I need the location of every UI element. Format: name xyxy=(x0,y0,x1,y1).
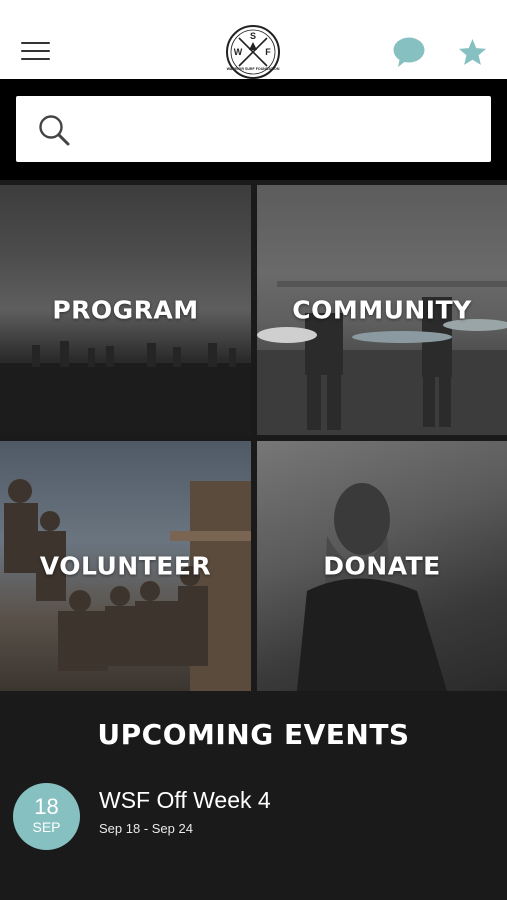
event-date-badge[interactable]: 18 SEP xyxy=(13,783,80,850)
tile-volunteer-label: VOLUNTEER xyxy=(39,551,212,581)
event-month: SEP xyxy=(32,819,61,835)
tile-donate[interactable]: DONATE xyxy=(257,441,507,691)
chat-bubble-icon[interactable] xyxy=(392,36,426,68)
tile-community-label: COMMUNITY xyxy=(292,295,472,325)
event-day: 18 xyxy=(34,794,59,819)
tile-program-label: PROGRAM xyxy=(52,295,199,325)
event-name[interactable]: WSF Off Week 4 xyxy=(99,787,271,814)
tile-donate-label: DONATE xyxy=(323,551,441,581)
wsf-logo[interactable]: S W F WARRIOR SURF FOUNDATION xyxy=(225,24,281,80)
svg-text:W: W xyxy=(234,47,243,57)
events-title: UPCOMING EVENTS xyxy=(97,718,410,751)
app-header: S W F WARRIOR SURF FOUNDATION xyxy=(0,0,507,79)
svg-text:S: S xyxy=(250,31,256,41)
tile-program[interactable]: PROGRAM xyxy=(0,185,251,435)
event-date-range: Sep 18 - Sep 24 xyxy=(99,821,193,836)
search-icon[interactable] xyxy=(37,113,71,147)
search-input[interactable] xyxy=(88,106,478,152)
hamburger-menu-icon[interactable] xyxy=(21,42,50,62)
svg-text:F: F xyxy=(265,47,271,57)
svg-text:WARRIOR SURF FOUNDATION: WARRIOR SURF FOUNDATION xyxy=(227,67,280,71)
tile-volunteer[interactable]: VOLUNTEER xyxy=(0,441,251,691)
tile-community[interactable]: COMMUNITY xyxy=(257,185,507,435)
star-icon[interactable] xyxy=(457,37,488,68)
